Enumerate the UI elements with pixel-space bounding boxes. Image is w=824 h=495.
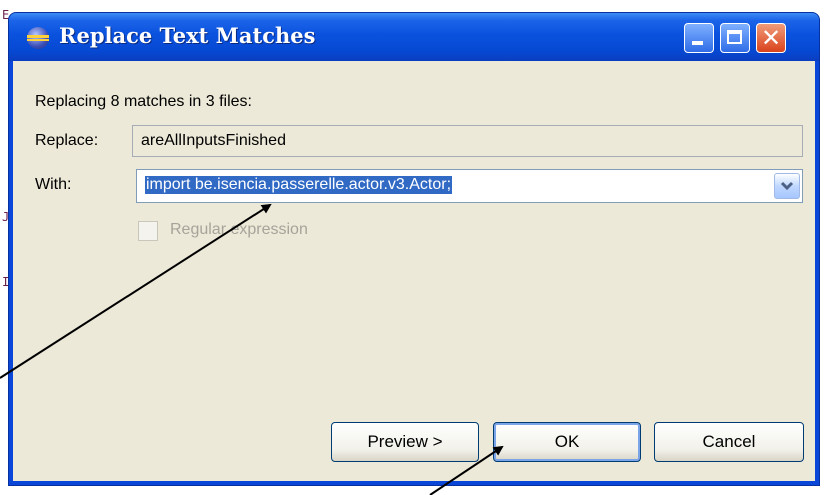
cancel-button[interactable]: Cancel <box>654 422 804 462</box>
eclipse-icon <box>27 27 49 49</box>
dialog-body: Replacing 8 matches in 3 files: Replace:… <box>13 61 815 481</box>
with-combo-input[interactable]: import be.isencia.passerelle.actor.v3.Ac… <box>136 169 803 203</box>
replace-field: areAllInputsFinished <box>132 125 803 157</box>
close-button[interactable]: ✕ <box>756 23 786 53</box>
regex-label: Regular expression <box>170 221 308 238</box>
replace-value: areAllInputsFinished <box>141 132 286 149</box>
with-value-selected[interactable]: import be.isencia.passerelle.actor.v3.Ac… <box>145 176 453 194</box>
match-summary: Replacing 8 matches in 3 files: <box>35 93 252 110</box>
with-dropdown-button[interactable] <box>774 173 800 199</box>
close-icon: ✕ <box>760 24 782 52</box>
maximize-button[interactable] <box>720 23 750 53</box>
preview-button[interactable]: Preview > <box>331 422 479 462</box>
title-bar[interactable]: Replace Text Matches ✕ <box>9 13 819 61</box>
with-label: With: <box>35 176 72 193</box>
window-title: Replace Text Matches <box>59 23 316 48</box>
maximize-icon <box>727 30 742 44</box>
chevron-down-icon <box>780 181 794 191</box>
minimize-icon <box>692 41 703 45</box>
replace-dialog-window: Replace Text Matches ✕ Replacing 8 match… <box>8 12 820 486</box>
regex-checkbox[interactable] <box>138 221 158 241</box>
minimize-button[interactable] <box>684 23 714 53</box>
replace-label: Replace: <box>35 132 99 149</box>
ok-button[interactable]: OK <box>493 422 641 462</box>
